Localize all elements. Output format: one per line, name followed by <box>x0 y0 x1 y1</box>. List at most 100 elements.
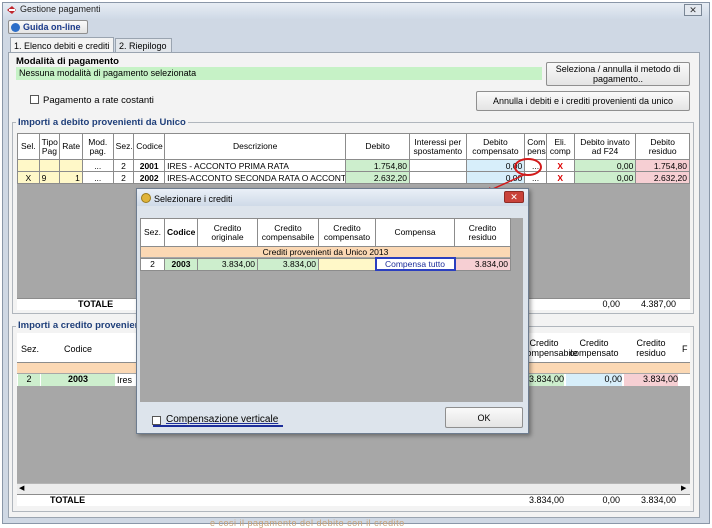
eli-comp-button[interactable]: X <box>545 171 575 184</box>
credit-total-compensato: 0,00 <box>602 495 620 505</box>
cell-tipo[interactable]: 9 <box>38 171 61 184</box>
debit-section-title: Importi a debito provenienti da Unico <box>16 117 188 128</box>
cell-tipo[interactable] <box>38 159 61 172</box>
credit-cell-codice: 2003 <box>41 374 115 386</box>
col-sez: Sez. <box>112 133 135 160</box>
dlg-cell-compensato[interactable] <box>318 257 376 271</box>
dialog-close-button[interactable]: ✕ <box>504 191 524 203</box>
tab-riepilogo-label: 2. Riepilogo <box>119 41 167 51</box>
tab-riepilogo[interactable]: 2. Riepilogo <box>115 38 172 53</box>
tab-elenco-label: 1. Elenco debiti e crediti <box>14 40 110 51</box>
cell-f24: 0,00 <box>573 171 637 184</box>
dlg-col-compensa: Compensa <box>375 218 455 247</box>
window-close-button[interactable]: ✕ <box>684 4 702 16</box>
scroll-right-icon[interactable]: ▶ <box>681 484 686 492</box>
cell-sez: 2 <box>112 171 135 184</box>
compensa-tutto-button[interactable]: Compensa tutto <box>374 257 456 271</box>
payment-mode-status: Nessuna modalità di pagamento selezionat… <box>16 67 542 80</box>
cell-interessi <box>409 171 467 184</box>
installments-label: Pagamento a rate costanti <box>43 95 154 106</box>
tab-elenco[interactable]: 1. Elenco debiti e crediti <box>10 37 114 53</box>
dlg-cell-codice: 2003 <box>164 257 198 271</box>
window-title: Gestione pagamenti <box>20 4 101 14</box>
dlg-col-originale: Credito originale <box>197 218 258 247</box>
mod-pag-button[interactable]: ... <box>81 171 114 184</box>
dialog-title: Selezionare i crediti <box>154 194 233 204</box>
col-compensato: Debito compensato <box>465 133 526 160</box>
credit-total-label: TOTALE <box>50 495 86 505</box>
credit-col-sez: Sez. <box>21 344 40 354</box>
table-row[interactable]: 2 2003 3.834,00 3.834,00 Compensa tutto … <box>140 257 511 271</box>
cell-sel[interactable] <box>17 159 40 172</box>
credit-col-residuo: Credito residuo <box>636 338 666 358</box>
cell-sel[interactable]: X <box>17 171 40 184</box>
help-icon <box>11 22 20 32</box>
cell-interessi <box>409 159 467 172</box>
scroll-left-icon[interactable]: ◀ <box>19 484 24 492</box>
help-online-label: Guida on-line <box>23 22 81 32</box>
vertical-compensation-checkbox[interactable] <box>152 416 161 425</box>
dlg-col-compensato: Credito compensato <box>318 218 376 247</box>
cell-f24: 0,00 <box>573 159 637 172</box>
col-debito: Debito <box>345 133 411 160</box>
credit-cell-descr: Ires <box>117 375 133 385</box>
col-descr: Descrizione <box>164 133 347 160</box>
cell-rate[interactable]: 1 <box>59 171 83 184</box>
col-codice: Codice <box>133 133 166 160</box>
select-payment-method-button[interactable]: Seleziona / annulla il metodo di pagamen… <box>546 62 690 86</box>
table-row[interactable]: ... 2 2001 IRES - ACCONTO PRIMA RATA 1.7… <box>17 159 690 172</box>
dialog-table: Sez. Codice Credito originale Credito co… <box>140 218 511 271</box>
dlg-col-residuo: Credito residuo <box>454 218 511 247</box>
dlg-col-codice: Codice <box>164 218 198 247</box>
title-bar <box>3 3 709 19</box>
installments-checkbox[interactable] <box>30 95 39 104</box>
credit-col-codice: Codice <box>64 344 93 354</box>
col-sel: Sel. <box>17 133 40 160</box>
dlg-col-sez: Sez. <box>140 218 165 247</box>
credit-total-compensabile: 3.834,00 <box>528 495 564 505</box>
cell-debito: 2.632,20 <box>345 171 411 184</box>
cell-descr: IRES-ACCONTO SECONDA RATA O ACCONT <box>164 171 347 184</box>
debit-table: Sel. Tipo Pag Rate Mod. pag. Sez. Codice… <box>17 133 690 184</box>
debit-total-label: TOTALE <box>78 299 114 309</box>
cell-sez: 2 <box>112 159 135 172</box>
cell-descr: IRES - ACCONTO PRIMA RATA <box>164 159 347 172</box>
col-mod: Mod. pag. <box>81 133 114 160</box>
cell-residuo: 1.754,80 <box>635 159 690 172</box>
mod-pag-button[interactable]: ... <box>81 159 114 172</box>
credit-horizontal-scrollbar[interactable] <box>17 483 690 494</box>
dialog-ok-button[interactable]: OK <box>445 407 523 428</box>
bottom-watermark: e cosi il pagamento del debito con il cr… <box>210 518 405 528</box>
dlg-cell-compensabile: 3.834,00 <box>257 257 319 271</box>
vertical-compensation-label[interactable]: Compensazione verticale <box>166 414 278 425</box>
credit-total-residuo: 3.834,00 <box>640 495 676 505</box>
col-interessi: Interessi per spostamento <box>409 133 467 160</box>
col-f24: Debito invato ad F24 <box>573 133 637 160</box>
table-row[interactable]: X 9 1 ... 2 2002 IRES-ACCONTO SECONDA RA… <box>17 171 690 184</box>
col-eli: Eli. comp <box>545 133 575 160</box>
credit-cell-compensato: 0,00 <box>566 374 622 386</box>
payment-mode-title: Modalità di pagamento <box>16 56 119 67</box>
col-residuo: Debito residuo <box>635 133 690 160</box>
eli-comp-button[interactable]: X <box>545 159 575 172</box>
app-icon <box>6 5 17 16</box>
payment-mode-status-text: Nessuna modalità di pagamento selezionat… <box>19 68 197 78</box>
credit-cell-compensabile: 3.834,00 <box>524 374 564 386</box>
col-compens: Com pens <box>524 133 547 160</box>
credit-col-compensato: Credito compensato <box>569 338 619 358</box>
dlg-cell-residuo: 3.834,00 <box>454 257 511 271</box>
cell-codice: 2002 <box>133 171 166 184</box>
col-rate: Rate <box>59 133 83 160</box>
debit-total-f24: 0,00 <box>602 299 620 309</box>
col-tipo: Tipo Pag <box>38 133 61 160</box>
cell-rate[interactable] <box>59 159 83 172</box>
dialog-group-row: Crediti provenienti da Unico 2013 <box>140 246 511 259</box>
cell-debito: 1.754,80 <box>345 159 411 172</box>
dialog-icon <box>141 193 151 203</box>
help-online-button[interactable]: Guida on-line <box>8 20 88 34</box>
cancel-unico-button[interactable]: Annulla i debiti e i crediti provenienti… <box>476 91 690 111</box>
dlg-cell-originale: 3.834,00 <box>197 257 258 271</box>
credit-cell-residuo: 3.834,00 <box>624 374 678 386</box>
dlg-col-compensabile: Credito compensabile <box>257 218 319 247</box>
credit-col-f: F <box>682 344 688 354</box>
